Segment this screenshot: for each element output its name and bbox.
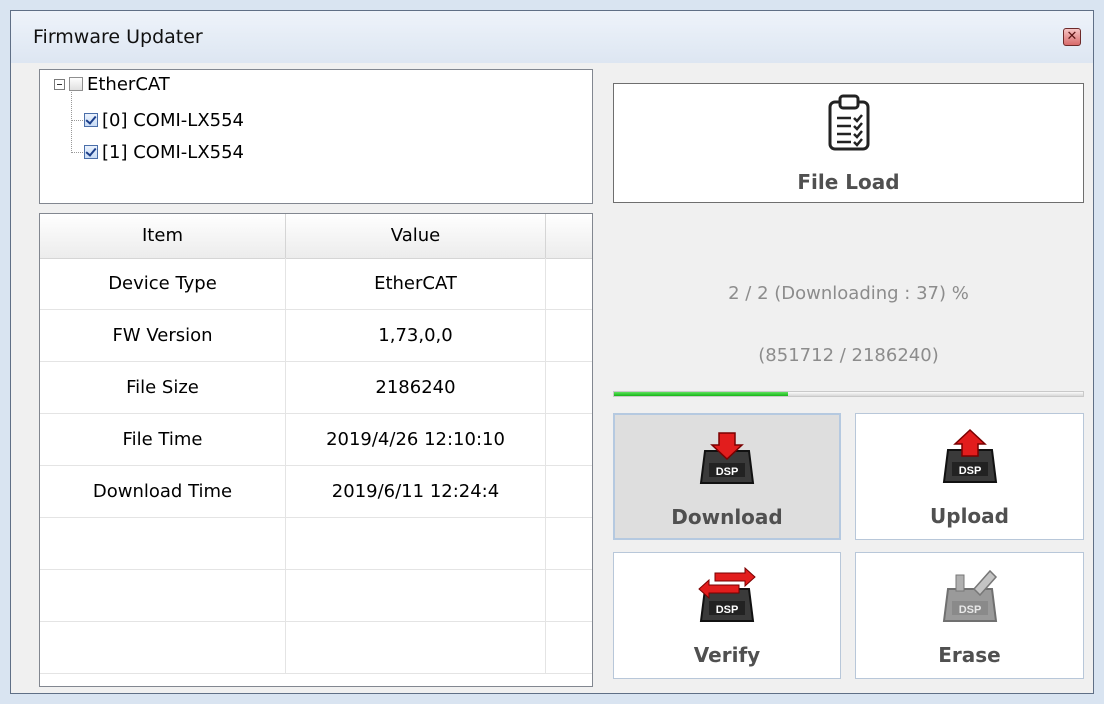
table-cell-item: File Time xyxy=(40,414,286,466)
verify-button[interactable]: DSP Verify xyxy=(613,552,841,679)
svg-text:DSP: DSP xyxy=(716,466,739,478)
verify-label: Verify xyxy=(693,643,761,667)
file-load-label: File Load xyxy=(797,170,900,194)
table-cell-item: Device Type xyxy=(40,258,286,310)
dsp-erase-icon: DSP xyxy=(942,569,997,622)
dsp-upload-icon: DSP xyxy=(942,428,997,483)
file-load-button[interactable]: File Load xyxy=(613,83,1084,203)
table-row[interactable]: FW Version 1,73,0,0 xyxy=(40,310,592,362)
table-row[interactable] xyxy=(40,622,592,674)
table-cell-item xyxy=(40,518,286,570)
clipboard-checklist-icon xyxy=(828,94,869,151)
dsp-verify-icon: DSP xyxy=(698,567,756,622)
svg-text:DSP: DSP xyxy=(716,604,739,616)
table-cell-value xyxy=(286,622,546,674)
table-row[interactable]: Device Type EtherCAT xyxy=(40,258,592,310)
table-cell-value: 2019/4/26 12:10:10 xyxy=(286,414,546,466)
upload-label: Upload xyxy=(930,504,1009,528)
download-label: Download xyxy=(671,505,783,529)
table-cell-value: 1,73,0,0 xyxy=(286,310,546,362)
table-cell-item: File Size xyxy=(40,362,286,414)
column-header-filler xyxy=(546,214,592,258)
download-button[interactable]: DSP Download xyxy=(613,413,841,540)
progress-bar xyxy=(613,391,1084,397)
close-icon: ✕ xyxy=(1066,29,1078,44)
upload-button[interactable]: DSP Upload xyxy=(855,413,1084,540)
tree-item-ethercat[interactable]: EtherCAT xyxy=(54,73,170,95)
tree-item-label: EtherCAT xyxy=(87,73,170,95)
table-cell-value: EtherCAT xyxy=(286,258,546,310)
close-button[interactable]: ✕ xyxy=(1063,28,1081,46)
tree-item-label: [0] COMI-LX554 xyxy=(102,109,245,131)
tree-item-device-1[interactable]: [1] COMI-LX554 xyxy=(84,141,245,163)
table-cell-value xyxy=(286,570,546,622)
progress-bytes-text: (851712 / 2186240) xyxy=(758,345,939,366)
table-row[interactable]: Download Time 2019/6/11 12:24:4 xyxy=(40,466,592,518)
erase-button[interactable]: DSP Erase xyxy=(855,552,1084,679)
tree-connector xyxy=(71,120,83,121)
svg-text:DSP: DSP xyxy=(958,465,981,477)
progress-bar-fill xyxy=(614,392,788,396)
erase-label: Erase xyxy=(938,643,1001,667)
column-header-value[interactable]: Value xyxy=(286,214,546,258)
table-row[interactable] xyxy=(40,518,592,570)
tree-item-label: [1] COMI-LX554 xyxy=(102,141,245,163)
device-tree[interactable]: EtherCAT [0] COMI-LX554 [1] COMI-LX554 xyxy=(39,69,593,204)
table-cell-value: 2186240 xyxy=(286,362,546,414)
progress-status-text: 2 / 2 (Downloading : 37) % xyxy=(728,283,969,304)
tree-checkbox-ethercat[interactable] xyxy=(69,77,83,91)
table-cell-item: Download Time xyxy=(40,466,286,518)
client-area: EtherCAT [0] COMI-LX554 [1] COMI-LX554 I… xyxy=(21,63,1084,691)
window-title: Firmware Updater xyxy=(33,26,203,48)
table-cell-item: FW Version xyxy=(40,310,286,362)
table-header: Item Value xyxy=(40,214,592,259)
tree-checkbox-device-1[interactable] xyxy=(84,145,98,159)
table-cell-value: 2019/6/11 12:24:4 xyxy=(286,466,546,518)
table-row[interactable] xyxy=(40,570,592,622)
tree-checkbox-device-0[interactable] xyxy=(84,113,98,127)
device-info-table: Item Value Device Type EtherCAT FW Version… xyxy=(39,213,593,687)
dsp-download-icon: DSP xyxy=(699,432,755,484)
collapse-icon[interactable] xyxy=(54,78,65,90)
svg-text:DSP: DSP xyxy=(958,604,981,616)
window-frame: Firmware Updater ✕ EtherCAT [0] COMI-LX5… xyxy=(10,10,1094,694)
title-bar[interactable]: Firmware Updater ✕ xyxy=(11,11,1093,63)
table-row[interactable]: File Size 2186240 xyxy=(40,362,592,414)
column-header-item[interactable]: Item xyxy=(40,214,286,258)
tree-item-device-0[interactable]: [0] COMI-LX554 xyxy=(84,109,245,131)
table-cell-item xyxy=(40,570,286,622)
table-row[interactable]: File Time 2019/4/26 12:10:10 xyxy=(40,414,592,466)
table-cell-value xyxy=(286,518,546,570)
table-cell-item xyxy=(40,622,286,674)
firmware-updater-window: Firmware Updater ✕ EtherCAT [0] COMI-LX5… xyxy=(0,0,1104,704)
tree-connector xyxy=(71,152,83,153)
